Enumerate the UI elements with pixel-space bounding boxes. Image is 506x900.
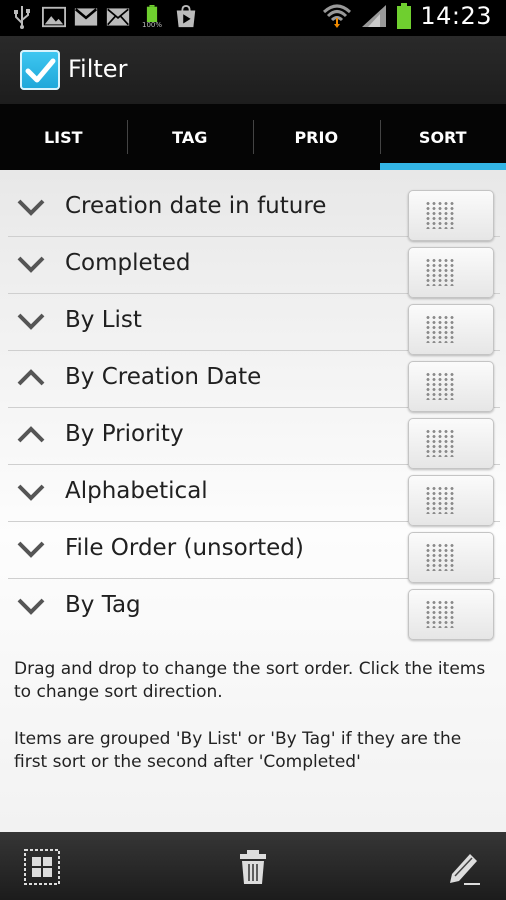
- signal-icon: [360, 4, 388, 28]
- drag-handle[interactable]: [408, 190, 494, 241]
- battery-icon: [396, 3, 412, 29]
- usb-icon: [10, 5, 34, 29]
- action-bar: Filter: [0, 36, 506, 104]
- wifi-icon: [322, 4, 352, 28]
- sort-item-label: By Tag: [65, 592, 141, 618]
- sort-item-label: By Priority: [65, 421, 184, 447]
- tab-label: PRIO: [294, 127, 339, 147]
- grip-dots-icon: [425, 543, 455, 571]
- sort-item[interactable]: By Creation Date: [8, 350, 500, 412]
- sort-item-label: Alphabetical: [65, 478, 208, 504]
- grip-dots-icon: [425, 372, 455, 400]
- system-status: 14:23: [322, 2, 492, 30]
- sort-item[interactable]: By Tag: [8, 578, 500, 640]
- grip-dots-icon: [425, 429, 455, 457]
- tab-label: SORT: [418, 127, 467, 147]
- help-text-grouping: Items are grouped 'By List' or 'By Tag' …: [14, 729, 462, 772]
- chevron-down-icon[interactable]: [16, 306, 46, 336]
- notification-icons: 100%: [10, 5, 198, 29]
- tab-sort[interactable]: SORT: [379, 104, 506, 170]
- play-store-icon: [174, 5, 198, 29]
- chevron-up-icon[interactable]: [16, 363, 46, 393]
- drag-handle[interactable]: [408, 589, 494, 640]
- drag-handle[interactable]: [408, 475, 494, 526]
- select-all-icon[interactable]: [23, 848, 61, 886]
- drag-handle[interactable]: [408, 532, 494, 583]
- checkbox-icon[interactable]: [20, 50, 60, 90]
- sort-item[interactable]: By Priority: [8, 407, 500, 469]
- sort-item[interactable]: Alphabetical: [8, 464, 500, 526]
- tab-label: TAG: [172, 127, 208, 147]
- help-text-drag: Drag and drop to change the sort order. …: [14, 659, 486, 702]
- tab-tag[interactable]: TAG: [126, 104, 254, 170]
- sort-panel: Creation date in future Completed By Lis…: [0, 170, 506, 832]
- tab-list[interactable]: LIST: [0, 104, 127, 170]
- sort-item-label: By List: [65, 307, 142, 333]
- page-title: Filter: [68, 55, 128, 83]
- email-icon: [106, 5, 130, 29]
- edit-icon[interactable]: [444, 848, 482, 886]
- grip-dots-icon: [425, 486, 455, 514]
- sort-item-label: Completed: [65, 250, 191, 276]
- grip-dots-icon: [425, 315, 455, 343]
- grip-dots-icon: [425, 600, 455, 628]
- battery-percent-label: 100%: [141, 21, 162, 29]
- drag-handle[interactable]: [408, 247, 494, 298]
- filter-tabs: LIST TAG PRIO SORT: [0, 104, 506, 170]
- sort-item[interactable]: File Order (unsorted): [8, 521, 500, 583]
- drag-handle[interactable]: [408, 418, 494, 469]
- chevron-down-icon[interactable]: [16, 477, 46, 507]
- trash-icon[interactable]: [234, 848, 272, 886]
- bottom-toolbar: [0, 832, 506, 900]
- clock: 14:23: [420, 2, 492, 30]
- status-bar: 100% 14:23: [0, 0, 506, 36]
- drag-handle[interactable]: [408, 304, 494, 355]
- tab-prio[interactable]: PRIO: [253, 104, 380, 170]
- grip-dots-icon: [425, 201, 455, 229]
- chevron-down-icon[interactable]: [16, 249, 46, 279]
- gmail-icon: [74, 5, 98, 29]
- chevron-up-icon[interactable]: [16, 420, 46, 450]
- chevron-down-icon[interactable]: [16, 534, 46, 564]
- drag-handle[interactable]: [408, 361, 494, 412]
- grip-dots-icon: [425, 258, 455, 286]
- tab-label: LIST: [43, 127, 83, 147]
- gallery-icon: [42, 5, 66, 29]
- chevron-down-icon[interactable]: [16, 192, 46, 222]
- sort-item[interactable]: By List: [8, 293, 500, 355]
- sort-item[interactable]: Creation date in future: [8, 179, 500, 241]
- sort-item-label: Creation date in future: [65, 193, 327, 219]
- sort-item-label: File Order (unsorted): [65, 535, 304, 561]
- sort-item[interactable]: Completed: [8, 236, 500, 298]
- sort-item-label: By Creation Date: [65, 364, 262, 390]
- battery-full-icon: 100%: [138, 5, 166, 29]
- chevron-down-icon[interactable]: [16, 591, 46, 621]
